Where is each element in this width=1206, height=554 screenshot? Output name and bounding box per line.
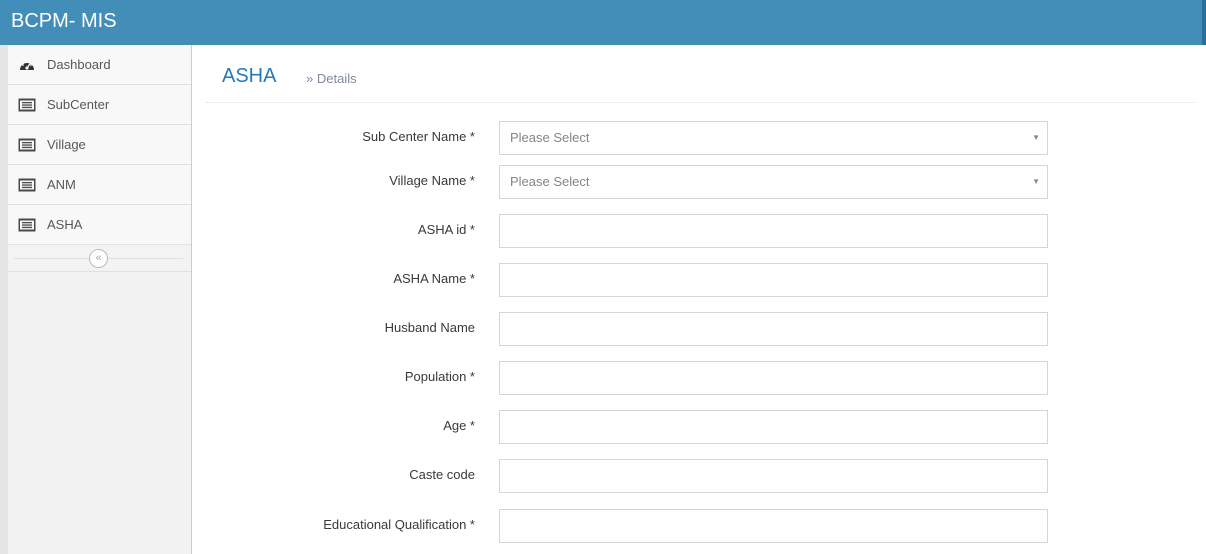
tachometer-icon bbox=[18, 58, 36, 72]
population-input[interactable] bbox=[499, 361, 1048, 395]
list-alt-icon bbox=[18, 98, 36, 112]
form-row-sub-center: Sub Center Name * Please Select ▼ bbox=[192, 121, 1206, 155]
age-input[interactable] bbox=[499, 410, 1048, 444]
sidebar-item-label: Dashboard bbox=[47, 57, 111, 72]
select-value: Please Select bbox=[510, 174, 590, 189]
caste-code-label: Caste code bbox=[409, 467, 475, 482]
list-alt-icon bbox=[18, 218, 36, 232]
form-row-caste-code: Caste code bbox=[192, 459, 1206, 493]
form-row-asha-id: ASHA id * bbox=[192, 214, 1206, 248]
list-alt-icon bbox=[18, 178, 36, 192]
village-label: Village Name * bbox=[389, 173, 475, 188]
sidebar-item-anm[interactable]: ANM bbox=[8, 165, 191, 205]
sidebar-collapse-button[interactable]: « bbox=[89, 249, 108, 268]
village-select[interactable]: Please Select ▼ bbox=[499, 165, 1048, 199]
sidebar-item-asha[interactable]: ASHA bbox=[8, 205, 191, 245]
form-row-education: Educational Qualification * bbox=[192, 509, 1206, 543]
sub-center-select[interactable]: Please Select ▼ bbox=[499, 121, 1048, 155]
sidebar-item-label: Village bbox=[47, 137, 86, 152]
app-brand[interactable]: BCPM- MIS bbox=[11, 0, 117, 45]
husband-name-input[interactable] bbox=[499, 312, 1048, 346]
asha-name-label: ASHA Name * bbox=[393, 271, 475, 286]
page-title: ASHA bbox=[222, 65, 277, 87]
asha-id-input[interactable] bbox=[499, 214, 1048, 248]
form-row-population: Population * bbox=[192, 361, 1206, 395]
top-navbar: BCPM- MIS bbox=[0, 0, 1206, 45]
education-input[interactable] bbox=[499, 509, 1048, 543]
caret-down-icon: ▼ bbox=[1032, 177, 1040, 186]
main-content: ASHA » Details Sub Center Name * Please … bbox=[192, 45, 1206, 554]
education-label: Educational Qualification * bbox=[323, 517, 475, 532]
sub-center-label: Sub Center Name * bbox=[362, 129, 475, 144]
double-angle-left-icon: « bbox=[95, 252, 102, 264]
age-label: Age * bbox=[443, 418, 475, 433]
page-header: ASHA » Details bbox=[206, 45, 1196, 103]
list-alt-icon bbox=[18, 138, 36, 152]
sidebar-item-village[interactable]: Village bbox=[8, 125, 191, 165]
caste-code-input[interactable] bbox=[499, 459, 1048, 493]
sidebar-item-label: SubCenter bbox=[47, 97, 110, 112]
population-label: Population * bbox=[404, 369, 475, 384]
left-gutter bbox=[0, 0, 8, 554]
form-row-age: Age * bbox=[192, 410, 1206, 444]
sidebar-item-label: ASHA bbox=[47, 217, 83, 232]
sidebar-item-dashboard[interactable]: Dashboard bbox=[8, 45, 191, 85]
form-row-village: Village Name * Please Select ▼ bbox=[192, 165, 1206, 199]
sidebar-collapse-row: « bbox=[8, 245, 191, 272]
sidebar: Dashboard SubCenter Village ANM ASHA « bbox=[8, 45, 192, 554]
asha-id-label: ASHA id * bbox=[417, 222, 475, 237]
page-subtitle: » Details bbox=[306, 71, 357, 86]
asha-name-input[interactable] bbox=[499, 263, 1048, 297]
sidebar-item-subcenter[interactable]: SubCenter bbox=[8, 85, 191, 125]
sidebar-item-label: ANM bbox=[47, 177, 76, 192]
select-value: Please Select bbox=[510, 130, 590, 145]
form-row-husband-name: Husband Name bbox=[192, 312, 1206, 346]
form-row-asha-name: ASHA Name * bbox=[192, 263, 1206, 297]
caret-down-icon: ▼ bbox=[1032, 133, 1040, 142]
husband-name-label: Husband Name bbox=[384, 320, 475, 335]
